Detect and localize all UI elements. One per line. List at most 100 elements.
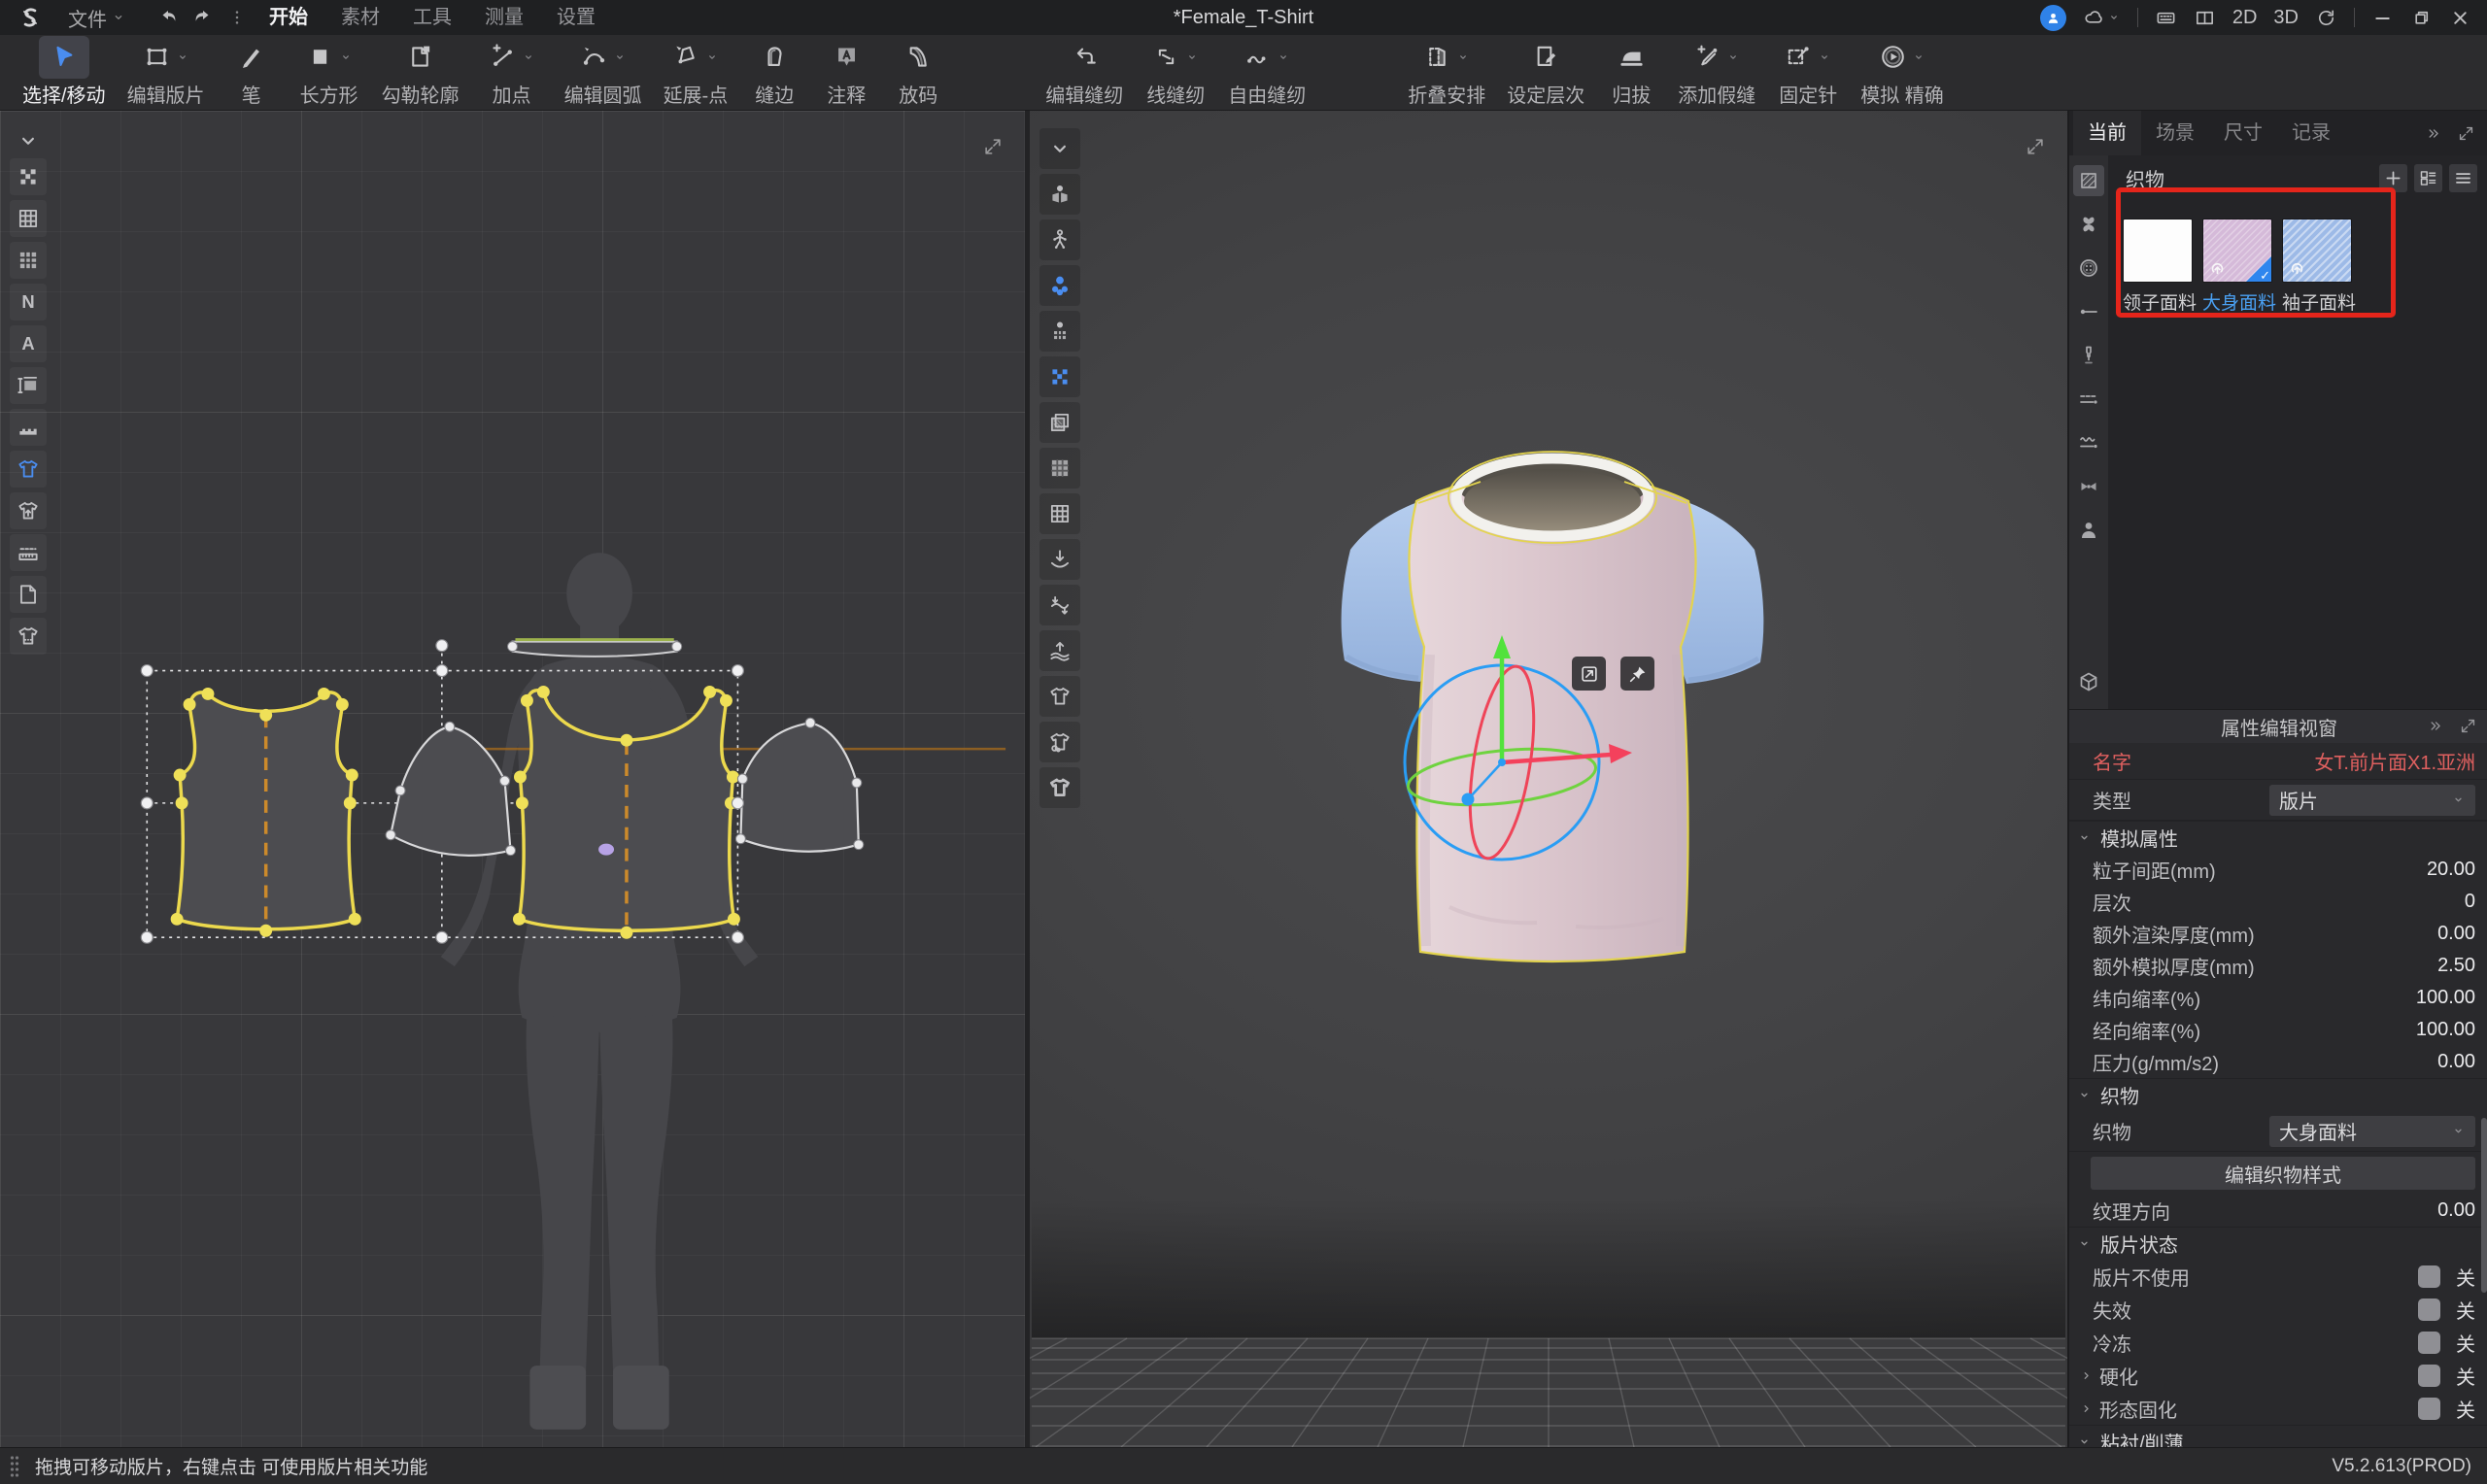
library-tape-library[interactable]: [2073, 384, 2104, 415]
view-tool-grid-solid-3d[interactable]: [1039, 448, 1080, 489]
tool-line-sewing[interactable]: 线缝纫: [1137, 34, 1214, 112]
view-tool-show-garment-2d[interactable]: [10, 451, 47, 488]
back-pattern-piece[interactable]: [171, 688, 361, 937]
view-tool-grid-wire[interactable]: [10, 200, 47, 237]
chevron-right-icon[interactable]: [2079, 1401, 2094, 1416]
view-tool-grid-wire-3d[interactable]: [1039, 493, 1080, 534]
close-icon[interactable]: [2449, 7, 2471, 29]
tool-iron[interactable]: 归拔: [1598, 34, 1664, 112]
library-shirring-library[interactable]: [2073, 427, 2104, 458]
view-tool-show-garment-3d[interactable]: [1039, 676, 1080, 717]
view-tool-avatar-size[interactable]: [1039, 311, 1080, 352]
tool-trace-outline[interactable]: 勾勒轮廓: [374, 34, 467, 112]
expand-2d-panel-icon[interactable]: [982, 136, 1004, 157]
fabric-dropdown[interactable]: 大身面料: [2269, 1116, 2475, 1147]
warp-shrinkage-value[interactable]: 100.00: [2416, 1019, 2475, 1041]
view-tool-garment-simulate[interactable]: [1039, 722, 1080, 762]
view-tool-show-bones[interactable]: [1039, 219, 1080, 260]
collar-pattern-piece[interactable]: [508, 640, 682, 657]
refresh-icon[interactable]: [2315, 7, 2337, 29]
view-tool-avatar-arrangement[interactable]: [1039, 265, 1080, 306]
view-tool-strain-map[interactable]: [1039, 585, 1080, 625]
view-tool-collapse-3d-toolbar[interactable]: [1039, 128, 1080, 169]
dropdown-caret-icon[interactable]: [705, 51, 719, 64]
list-view-button[interactable]: [2449, 164, 2477, 192]
view-tool-pattern-notes[interactable]: [10, 576, 47, 613]
name-value[interactable]: 女T.前片面X1.亚洲: [2314, 747, 2475, 775]
dropdown-caret-icon[interactable]: [176, 51, 189, 64]
shape-retention-toggle[interactable]: [2418, 1398, 2440, 1420]
tool-edit-arc[interactable]: 编辑圆弧: [557, 34, 650, 112]
tool-seam-allowance[interactable]: 缝边: [741, 34, 807, 112]
tool-select-move[interactable]: 选择/移动: [15, 34, 114, 112]
tool-annotation[interactable]: 注释: [813, 34, 879, 112]
menu-material[interactable]: 素材: [324, 0, 396, 35]
section-fusing-skiving[interactable]: 粘衬/削薄: [2069, 1425, 2487, 1447]
type-dropdown[interactable]: 版片: [2269, 785, 2475, 816]
tool-fold-arrange[interactable]: 折叠安排: [1400, 34, 1493, 112]
fabric-swatch-collar-fabric[interactable]: 领子面料: [2123, 219, 2193, 315]
library-scene-library[interactable]: [2073, 666, 2104, 697]
tool-set-layer[interactable]: 设定层次: [1499, 34, 1592, 112]
collapse-panel-icon[interactable]: [2425, 124, 2443, 143]
texture-direction-value[interactable]: 0.00: [2437, 1199, 2475, 1222]
view-tool-pattern-points[interactable]: [10, 618, 47, 655]
library-zipper-library[interactable]: [2073, 340, 2104, 371]
redo-icon[interactable]: [190, 6, 214, 29]
dropdown-caret-icon[interactable]: [1277, 51, 1290, 64]
sleeve-pattern-piece-left[interactable]: [386, 722, 515, 856]
dropdown-caret-icon[interactable]: [1185, 51, 1199, 64]
split-icon[interactable]: [2194, 7, 2216, 29]
library-trim-library[interactable]: [2073, 209, 2104, 240]
view-2d[interactable]: 2D: [2232, 7, 2258, 29]
edit-fabric-style-button[interactable]: 编辑织物样式: [2091, 1157, 2475, 1190]
add-fabric-button[interactable]: [2379, 164, 2407, 192]
view-tool-pressure-map[interactable]: [1039, 539, 1080, 580]
tool-edit-sewing[interactable]: 编辑缝纫: [1038, 34, 1131, 112]
card-view-button[interactable]: [2414, 164, 2442, 192]
tool-edit-pattern[interactable]: 编辑版片: [119, 34, 213, 112]
dropdown-caret-icon[interactable]: [522, 51, 535, 64]
particle-distance-value[interactable]: 20.00: [2427, 859, 2475, 881]
tool-add-point[interactable]: 加点: [473, 34, 551, 112]
tab-size[interactable]: 尺寸: [2209, 111, 2277, 155]
cloud-sync[interactable]: [2083, 7, 2121, 29]
view-tool-show-pattern-texture[interactable]: [1039, 402, 1080, 443]
view-tool-grid-solid[interactable]: [10, 242, 47, 279]
tool-extend-point[interactable]: 延展-点: [656, 34, 736, 112]
weft-shrinkage-value[interactable]: 100.00: [2416, 987, 2475, 1009]
tool-grading[interactable]: 放码: [885, 34, 951, 112]
library-fabric-library[interactable]: [2073, 165, 2104, 196]
sleeve-pattern-piece-right[interactable]: [735, 718, 863, 851]
tool-pin[interactable]: 固定针: [1769, 34, 1847, 112]
library-button-library[interactable]: [2073, 253, 2104, 284]
restore-icon[interactable]: [2410, 7, 2433, 29]
dropdown-caret-icon[interactable]: [1818, 51, 1831, 64]
tab-current[interactable]: 当前: [2073, 111, 2141, 155]
layer-value[interactable]: 0: [2465, 891, 2475, 913]
menu-start[interactable]: 开始: [253, 0, 324, 35]
view-tool-ruler[interactable]: [10, 409, 47, 446]
view-tool-thick-garment[interactable]: [1039, 767, 1080, 808]
tab-record[interactable]: 记录: [2277, 111, 2345, 155]
library-bow-library[interactable]: [2073, 471, 2104, 502]
fabric-swatch-sleeve-fabric[interactable]: 袖子面料: [2282, 219, 2352, 315]
tool-add-basting[interactable]: 添加假缝: [1670, 34, 1763, 112]
pattern-unused-toggle[interactable]: [2418, 1265, 2440, 1288]
section-fabric-section[interactable]: 织物: [2069, 1078, 2487, 1111]
section-pattern-state[interactable]: 版片状态: [2069, 1227, 2487, 1260]
view-tool-sync-garment[interactable]: [10, 492, 47, 529]
view-tool-show-annotation-n[interactable]: N: [10, 284, 47, 320]
menu-settings[interactable]: 设置: [540, 0, 612, 35]
view-tool-seam-ruler[interactable]: [10, 534, 47, 571]
section-simulation-properties[interactable]: 模拟属性: [2069, 821, 2487, 854]
view-tool-fit-map[interactable]: [1039, 630, 1080, 671]
deactivate-toggle[interactable]: [2418, 1298, 2440, 1321]
dropdown-caret-icon[interactable]: [1726, 51, 1740, 64]
menu-tools[interactable]: 工具: [396, 0, 468, 35]
dropdown-caret-icon[interactable]: [1912, 51, 1925, 64]
gizmo-pin-button[interactable]: [1620, 657, 1654, 691]
tab-scene[interactable]: 场景: [2141, 111, 2209, 155]
tshirt-3d[interactable]: [1342, 452, 1764, 961]
expand-panel-icon[interactable]: [2459, 717, 2477, 735]
